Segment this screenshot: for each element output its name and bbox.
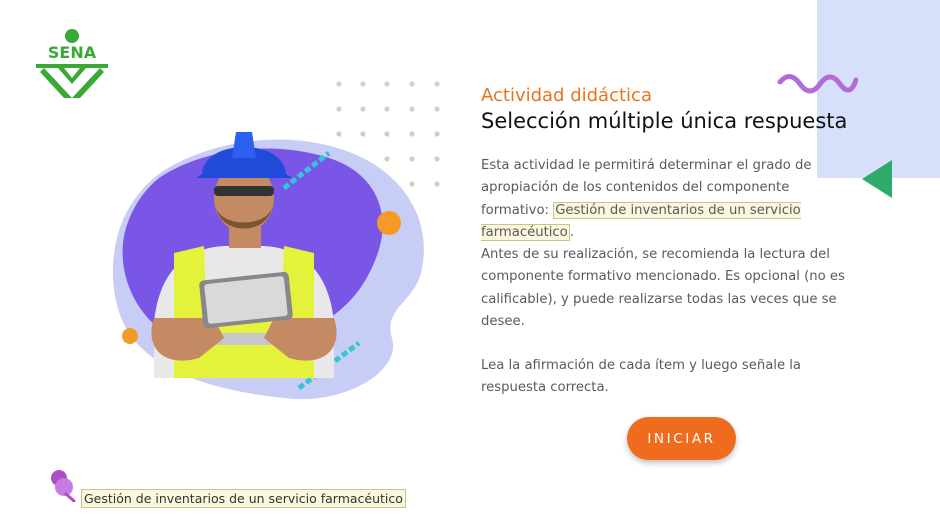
triangle-decoration-icon (862, 160, 892, 198)
sena-logo: SENA (34, 28, 110, 104)
page-title: Selección múltiple única respuesta (481, 109, 848, 133)
footer-component-link[interactable]: Gestión de inventarios de un servicio fa… (81, 489, 406, 508)
intro-paragraph: Esta actividad le permitirá determinar e… (481, 155, 861, 244)
pin-icon (51, 470, 76, 502)
instructions-paragraph: Lea la afirmación de cada ítem y luego s… (481, 358, 802, 396)
worker-illustration (108, 132, 428, 405)
activity-subtitle: Actividad didáctica (481, 85, 652, 106)
start-button[interactable]: INICIAR (627, 417, 736, 460)
wave-decoration-icon (777, 74, 858, 94)
intro-period: . (569, 224, 574, 240)
sena-logo-icon: SENA (36, 29, 108, 98)
logo-text: SENA (48, 43, 97, 62)
recommendation-paragraph: Antes de su realización, se recomienda l… (481, 247, 845, 329)
